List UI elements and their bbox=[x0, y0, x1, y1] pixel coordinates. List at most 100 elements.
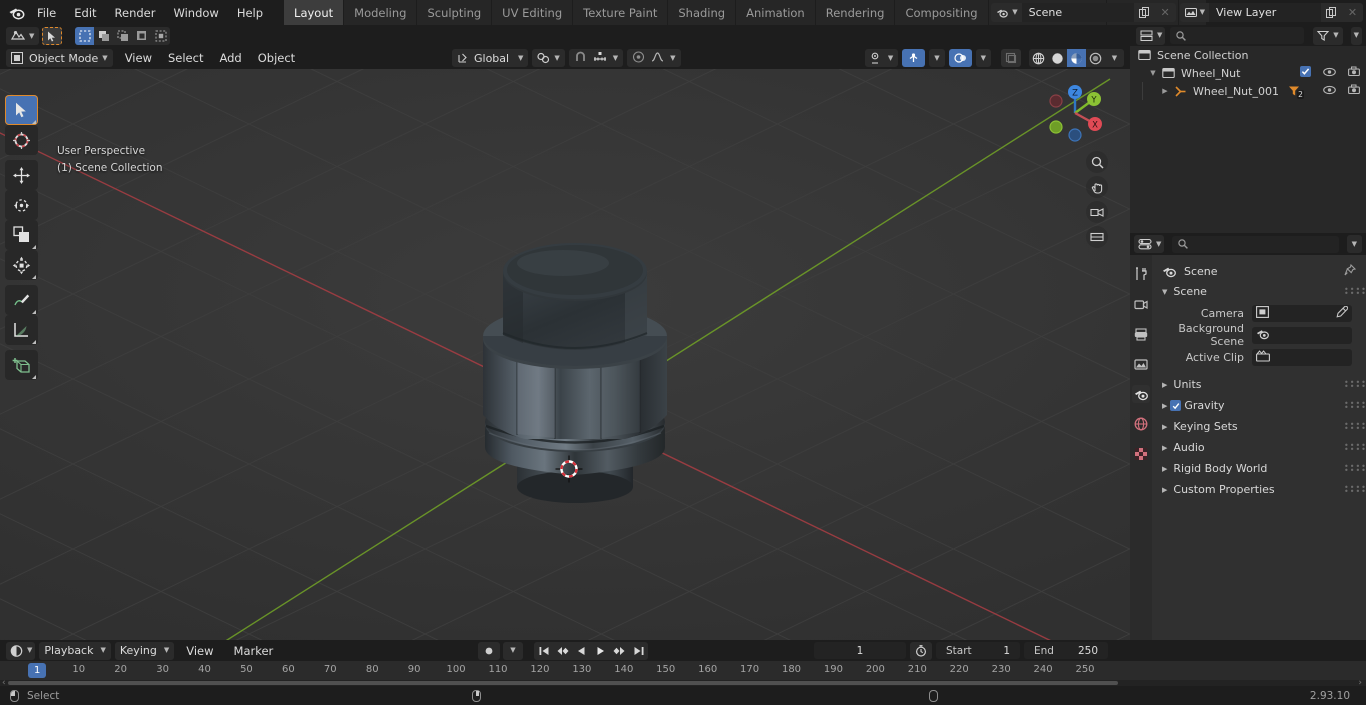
chevron-down-icon[interactable]: ▼ bbox=[1156, 240, 1161, 248]
workspace-tab-sculpting[interactable]: Sculpting bbox=[417, 0, 493, 25]
falloff-curve-icon[interactable] bbox=[651, 51, 664, 66]
overlays-options-dropdown[interactable]: ▼ bbox=[975, 49, 991, 67]
snapping-group[interactable]: ▼ bbox=[568, 49, 624, 67]
properties-search-input[interactable] bbox=[1172, 235, 1339, 253]
rendered-icon[interactable] bbox=[1086, 49, 1105, 67]
scene-tab[interactable] bbox=[1132, 385, 1150, 403]
panel-grip[interactable]: •••• •••• bbox=[1344, 420, 1366, 432]
field-input[interactable] bbox=[1252, 326, 1352, 344]
viewlayer-datablock[interactable]: ▼ View Layer ✕ bbox=[1179, 3, 1363, 22]
playback-menu[interactable]: Playback ▼ bbox=[39, 641, 111, 660]
outliner-search-input[interactable] bbox=[1170, 27, 1305, 44]
panel-grip[interactable]: •••• •••• bbox=[1344, 285, 1366, 297]
gizmo-toggle[interactable] bbox=[902, 49, 926, 67]
tool-rotate-tool[interactable] bbox=[5, 190, 38, 220]
cursor-tool-indicator[interactable] bbox=[42, 27, 63, 45]
tool-expand-corner[interactable] bbox=[32, 120, 36, 124]
select-intersect-icon[interactable] bbox=[151, 27, 170, 45]
jump-next-keyframe-icon[interactable] bbox=[610, 642, 629, 660]
new-scene-button[interactable] bbox=[1133, 3, 1155, 22]
panel-header-gravity[interactable]: ▶ Gravity •••• •••• bbox=[1152, 395, 1366, 416]
tool-move-tool[interactable] bbox=[5, 160, 38, 190]
viewport-menu-object[interactable]: Object bbox=[250, 49, 303, 67]
triangle-down-icon[interactable]: ▼ bbox=[1148, 69, 1158, 77]
panel-header-rigid-body-world[interactable]: ▶ Rigid Body World •••• •••• bbox=[1152, 458, 1366, 479]
outliner-display-mode-selector[interactable]: ▼ bbox=[1136, 26, 1166, 45]
workspace-tab-shading[interactable]: Shading bbox=[668, 0, 737, 25]
properties-editor-type-selector[interactable]: ▼ bbox=[1134, 235, 1165, 253]
chevron-down-icon[interactable]: ▼ bbox=[518, 54, 523, 62]
tool-scale-tool[interactable] bbox=[5, 220, 38, 250]
chevron-down-icon[interactable]: ▼ bbox=[670, 54, 675, 62]
tool-expand-corner[interactable] bbox=[32, 245, 36, 249]
scene-name-value[interactable]: Scene bbox=[1021, 3, 1134, 22]
proportional-edit-icon[interactable] bbox=[632, 50, 645, 66]
xray-toggle[interactable] bbox=[1001, 49, 1021, 67]
outliner-filter-dropdown[interactable]: ▼ bbox=[1350, 26, 1362, 45]
workspace-tab-texture-paint[interactable]: Texture Paint bbox=[573, 0, 669, 25]
select-subtract-icon[interactable] bbox=[113, 27, 132, 45]
top-menu-edit[interactable]: Edit bbox=[65, 3, 105, 22]
workspace-tab-layout[interactable]: Layout bbox=[284, 0, 345, 25]
panel-grip[interactable]: •••• •••• bbox=[1344, 399, 1366, 411]
eye-icon[interactable] bbox=[1323, 67, 1336, 80]
field-input[interactable] bbox=[1252, 304, 1352, 322]
tool-tab[interactable] bbox=[1132, 265, 1150, 283]
camera-view-icon[interactable] bbox=[1086, 201, 1108, 223]
chevron-down-icon[interactable]: ▼ bbox=[100, 647, 105, 654]
tool-measure-tool[interactable] bbox=[5, 315, 38, 345]
checkbox-icon[interactable] bbox=[1170, 400, 1182, 411]
viewport-menu-select[interactable]: Select bbox=[160, 49, 211, 67]
jump-prev-keyframe-icon[interactable] bbox=[553, 642, 572, 660]
new-viewlayer-button[interactable] bbox=[1321, 3, 1342, 22]
keying-menu[interactable]: Keying ▼ bbox=[114, 641, 175, 660]
outliner-filter-button[interactable]: ▼ bbox=[1313, 26, 1343, 45]
overlays-toggle[interactable] bbox=[948, 49, 972, 67]
texture-tab[interactable] bbox=[1132, 445, 1150, 463]
top-menu-window[interactable]: Window bbox=[164, 3, 227, 22]
tool-expand-corner[interactable] bbox=[32, 340, 36, 344]
checkbox-icon[interactable] bbox=[1300, 66, 1311, 80]
chevron-down-icon[interactable]: ▼ bbox=[934, 54, 939, 62]
chevron-down-icon[interactable]: ▼ bbox=[510, 647, 515, 654]
magnet-icon[interactable] bbox=[574, 51, 587, 66]
scene-datablock[interactable]: ▼ Scene ✕ bbox=[991, 3, 1176, 22]
solid-icon[interactable] bbox=[1048, 49, 1067, 67]
chevron-down-icon[interactable]: ▼ bbox=[29, 32, 34, 40]
workspace-tab-modeling[interactable]: Modeling bbox=[344, 0, 418, 25]
viewlayer-icon[interactable]: ▼ bbox=[1179, 3, 1209, 22]
top-menu-file[interactable]: File bbox=[28, 3, 65, 22]
chevron-down-icon[interactable]: ▼ bbox=[1354, 32, 1359, 39]
chevron-down-icon[interactable]: ▼ bbox=[981, 54, 986, 62]
chevron-down-icon[interactable]: ▼ bbox=[613, 54, 618, 62]
tool-add-cube-tool[interactable] bbox=[5, 350, 38, 380]
remove-viewlayer-button[interactable]: ✕ bbox=[1342, 3, 1363, 22]
viewport-3d-canvas[interactable]: User Perspective (1) Scene Collection X … bbox=[0, 69, 1130, 640]
panel-grip[interactable]: •••• •••• bbox=[1344, 462, 1366, 474]
record-options-dropdown[interactable]: ▼ bbox=[503, 641, 523, 660]
tool-annotate-tool[interactable] bbox=[5, 285, 38, 315]
timeline-marker-menu[interactable]: Marker bbox=[226, 642, 282, 660]
panel-header-custom-properties[interactable]: ▶ Custom Properties •••• •••• bbox=[1152, 479, 1366, 500]
panel-grip[interactable]: •••• •••• bbox=[1344, 378, 1366, 390]
properties-options-dropdown[interactable]: ▼ bbox=[1346, 235, 1362, 253]
editor-type-selector[interactable]: ▼ bbox=[6, 27, 40, 45]
eyedropper-icon[interactable] bbox=[1336, 305, 1349, 321]
panel-grip[interactable]: •••• •••• bbox=[1344, 441, 1366, 453]
world-tab[interactable] bbox=[1132, 415, 1150, 433]
timeline-view-menu[interactable]: View bbox=[178, 642, 221, 660]
panel-header-keying-sets[interactable]: ▶ Keying Sets •••• •••• bbox=[1152, 416, 1366, 437]
mode-selector[interactable]: Object Mode ▼ bbox=[6, 49, 113, 67]
timeline-ruler[interactable]: 10 20 30 40 50 60 70 80 90 100 110 120 130 140 150 160 1… bbox=[0, 661, 1366, 680]
chevron-down-icon[interactable]: ▼ bbox=[1200, 9, 1205, 16]
output-tab[interactable] bbox=[1132, 325, 1150, 343]
triangle-right-icon[interactable]: ▶ bbox=[1160, 87, 1170, 95]
unlink-scene-button[interactable]: ✕ bbox=[1154, 3, 1176, 22]
wireframe-icon[interactable] bbox=[1029, 49, 1048, 67]
current-frame-field[interactable]: 1 bbox=[814, 642, 906, 659]
top-menu-render[interactable]: Render bbox=[106, 3, 165, 22]
tool-transform-tool[interactable] bbox=[5, 250, 38, 280]
chevron-down-icon[interactable]: ▼ bbox=[888, 54, 893, 62]
workspace-tab-uv-editing[interactable]: UV Editing bbox=[492, 0, 574, 25]
tool-tweak-tool[interactable] bbox=[5, 95, 38, 125]
